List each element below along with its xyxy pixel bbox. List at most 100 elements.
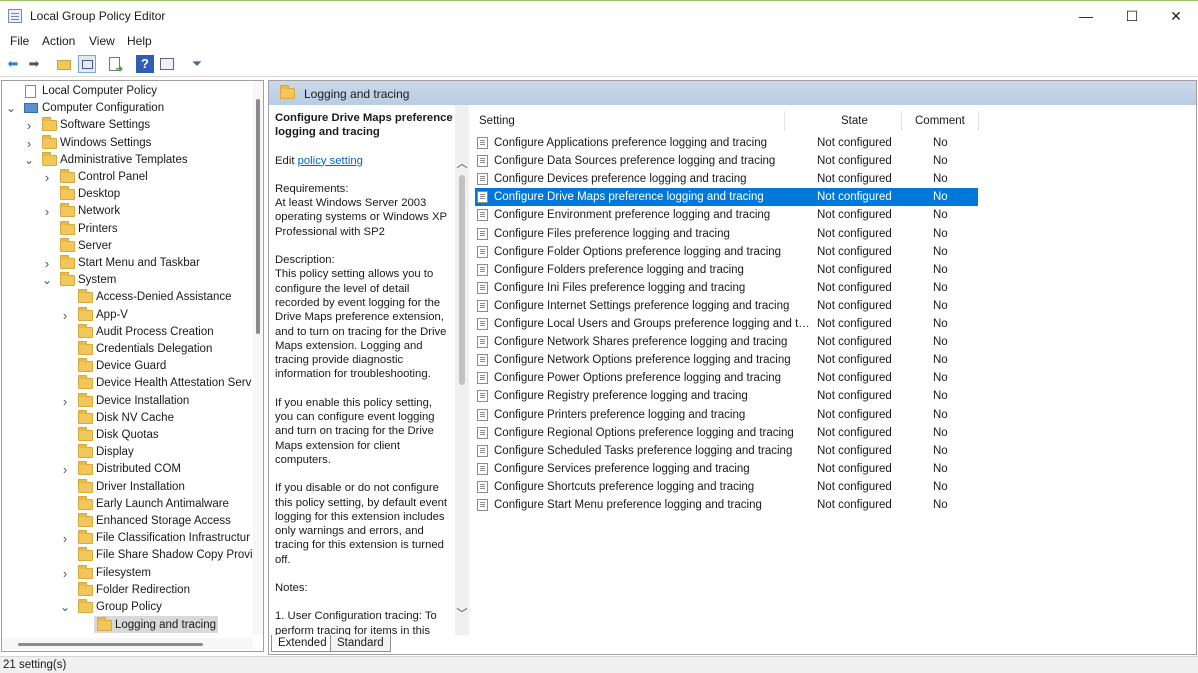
table-row[interactable]: Configure Regional Options preference lo… bbox=[475, 424, 978, 442]
show-hide-tree-icon[interactable] bbox=[78, 55, 96, 73]
scroll-up-icon[interactable]: ︿ bbox=[455, 155, 469, 171]
menu-view[interactable]: View bbox=[89, 34, 115, 48]
table-row[interactable]: Configure Folder Options preference logg… bbox=[475, 243, 978, 261]
chevron-down-icon[interactable]: ⌄ bbox=[60, 599, 70, 616]
column-divider[interactable] bbox=[901, 111, 902, 131]
table-row[interactable]: Configure Registry preference logging an… bbox=[475, 387, 978, 405]
tab-standard[interactable]: Standard bbox=[330, 635, 391, 652]
tree-item[interactable]: › Software Settings bbox=[27, 117, 258, 134]
tree-item[interactable]: ⌄ Group Policy bbox=[60, 599, 258, 616]
forward-arrow-icon[interactable]: ➡ bbox=[25, 55, 43, 73]
tree-item[interactable]: Enhanced Storage Access bbox=[76, 513, 258, 530]
column-header-comment[interactable]: Comment bbox=[915, 115, 965, 127]
tree-item[interactable]: › Device Installation bbox=[63, 392, 258, 410]
tree-item[interactable]: File Share Shadow Copy Provic bbox=[76, 547, 258, 564]
table-row[interactable]: Configure Network Options preference log… bbox=[475, 351, 978, 369]
tree-item[interactable]: Early Launch Antimalware bbox=[76, 495, 258, 513]
table-row[interactable]: Configure Devices preference logging and… bbox=[475, 170, 978, 188]
tree-item[interactable]: Access-Denied Assistance bbox=[76, 289, 258, 306]
help-icon[interactable]: ? bbox=[136, 55, 154, 73]
table-row[interactable]: Configure Applications preference loggin… bbox=[475, 134, 978, 152]
chevron-down-icon[interactable]: ⌄ bbox=[6, 100, 16, 117]
tree-item[interactable]: Audit Process Creation bbox=[76, 323, 258, 341]
tree-item[interactable]: Device Health Attestation Serv bbox=[76, 375, 258, 392]
table-row[interactable]: Configure Scheduled Tasks preference log… bbox=[475, 442, 978, 460]
properties-icon[interactable] bbox=[158, 55, 176, 73]
chevron-right-icon[interactable]: › bbox=[60, 530, 70, 547]
tree-item[interactable]: › Filesystem bbox=[63, 564, 258, 582]
chevron-right-icon[interactable]: › bbox=[24, 117, 34, 134]
tree-item[interactable]: › File Classification Infrastructur bbox=[63, 530, 258, 547]
column-header-setting[interactable]: Setting bbox=[479, 115, 515, 127]
tree-item[interactable]: › Network bbox=[45, 203, 258, 220]
menu-help[interactable]: Help bbox=[127, 34, 152, 48]
tree-item[interactable]: › Start Menu and Taskbar bbox=[45, 255, 258, 272]
chevron-right-icon[interactable]: › bbox=[42, 169, 52, 186]
menu-file[interactable]: File bbox=[10, 34, 29, 48]
tree-item[interactable]: Local Computer Policy bbox=[22, 83, 258, 100]
filter-icon[interactable]: ⏷ bbox=[188, 55, 206, 73]
tree-hscroll-thumb[interactable] bbox=[18, 643, 203, 646]
table-row[interactable]: Configure Local Users and Groups prefere… bbox=[475, 315, 978, 333]
tree-item[interactable]: Device Guard bbox=[76, 358, 258, 375]
chevron-right-icon[interactable]: › bbox=[24, 135, 34, 152]
table-row[interactable]: Configure Folders preference logging and… bbox=[475, 261, 978, 279]
table-row[interactable]: Configure Services preference logging an… bbox=[475, 460, 978, 478]
tree-item[interactable]: Disk Quotas bbox=[76, 427, 258, 444]
table-row[interactable]: Configure Shortcuts preference logging a… bbox=[475, 478, 978, 496]
chevron-right-icon[interactable]: › bbox=[60, 307, 70, 324]
table-row[interactable]: Configure Printers preference logging an… bbox=[475, 406, 978, 424]
table-row[interactable]: Configure Ini Files preference logging a… bbox=[475, 279, 978, 297]
menu-action[interactable]: Action bbox=[42, 34, 75, 48]
chevron-right-icon[interactable]: › bbox=[60, 461, 70, 478]
table-row[interactable]: Configure Network Shares preference logg… bbox=[475, 333, 978, 351]
edit-policy-setting-link[interactable]: policy setting bbox=[298, 155, 363, 167]
tree-item[interactable]: ⌄ Computer Configuration bbox=[6, 100, 258, 117]
description-scrollbar[interactable]: ︿ ﹀ bbox=[455, 105, 469, 635]
up-folder-icon[interactable] bbox=[55, 55, 73, 73]
export-list-icon[interactable]: ➜ bbox=[106, 55, 124, 75]
table-row[interactable]: Configure Start Menu preference logging … bbox=[475, 496, 978, 514]
tree-horizontal-scrollbar[interactable] bbox=[2, 638, 253, 650]
chevron-right-icon[interactable]: › bbox=[60, 565, 70, 582]
table-row[interactable]: Configure Environment preference logging… bbox=[475, 206, 978, 224]
table-row[interactable]: Configure Drive Maps preference logging … bbox=[475, 188, 978, 207]
column-divider[interactable] bbox=[784, 111, 785, 131]
description-scroll-thumb[interactable] bbox=[459, 175, 465, 385]
table-row[interactable]: Configure Power Options preference loggi… bbox=[475, 369, 978, 387]
tree-item[interactable]: ⌄ System bbox=[42, 272, 258, 289]
tree-item[interactable]: Driver Installation bbox=[76, 478, 258, 496]
column-divider[interactable] bbox=[978, 111, 979, 131]
back-arrow-icon[interactable]: ⬅ bbox=[4, 55, 22, 73]
folder-icon bbox=[42, 151, 57, 166]
table-row[interactable]: Configure Internet Settings preference l… bbox=[475, 297, 978, 315]
chevron-right-icon[interactable]: › bbox=[60, 393, 70, 410]
chevron-down-icon[interactable]: ⌄ bbox=[42, 272, 52, 289]
tree-item[interactable]: Server bbox=[58, 237, 258, 255]
tree-item[interactable]: › Distributed COM bbox=[63, 461, 258, 478]
close-button[interactable]: ✕ bbox=[1153, 1, 1198, 31]
tree-item[interactable]: Credentials Delegation bbox=[76, 341, 258, 358]
tree-item[interactable]: Printers bbox=[58, 220, 258, 238]
table-row[interactable]: Configure Files preference logging and t… bbox=[475, 225, 978, 243]
chevron-down-icon[interactable]: ⌄ bbox=[24, 152, 34, 169]
tree-item[interactable]: Display bbox=[76, 444, 258, 461]
scroll-down-icon[interactable]: ﹀ bbox=[455, 605, 469, 621]
chevron-right-icon[interactable]: › bbox=[42, 255, 52, 272]
tab-extended[interactable]: Extended bbox=[271, 635, 334, 652]
tree-item[interactable]: Desktop bbox=[58, 186, 258, 203]
column-header-state[interactable]: State bbox=[841, 115, 868, 127]
tree-vertical-scrollbar[interactable] bbox=[253, 81, 263, 635]
tree-scroll-thumb[interactable] bbox=[256, 99, 260, 334]
tree-item[interactable]: Logging and tracing bbox=[94, 616, 218, 634]
minimize-button[interactable]: — bbox=[1063, 1, 1109, 31]
tree-item[interactable]: ⌄ Administrative Templates bbox=[24, 151, 258, 169]
table-row[interactable]: Configure Data Sources preference loggin… bbox=[475, 152, 978, 170]
tree-item[interactable]: › Control Panel bbox=[45, 169, 258, 186]
tree-item[interactable]: › Windows Settings bbox=[27, 134, 258, 152]
tree-item[interactable]: Disk NV Cache bbox=[76, 409, 258, 427]
chevron-right-icon[interactable]: › bbox=[42, 203, 52, 220]
tree-item[interactable]: Folder Redirection bbox=[76, 581, 258, 599]
maximize-button[interactable]: ☐ bbox=[1109, 1, 1155, 31]
tree-item[interactable]: › App-V bbox=[63, 306, 258, 324]
